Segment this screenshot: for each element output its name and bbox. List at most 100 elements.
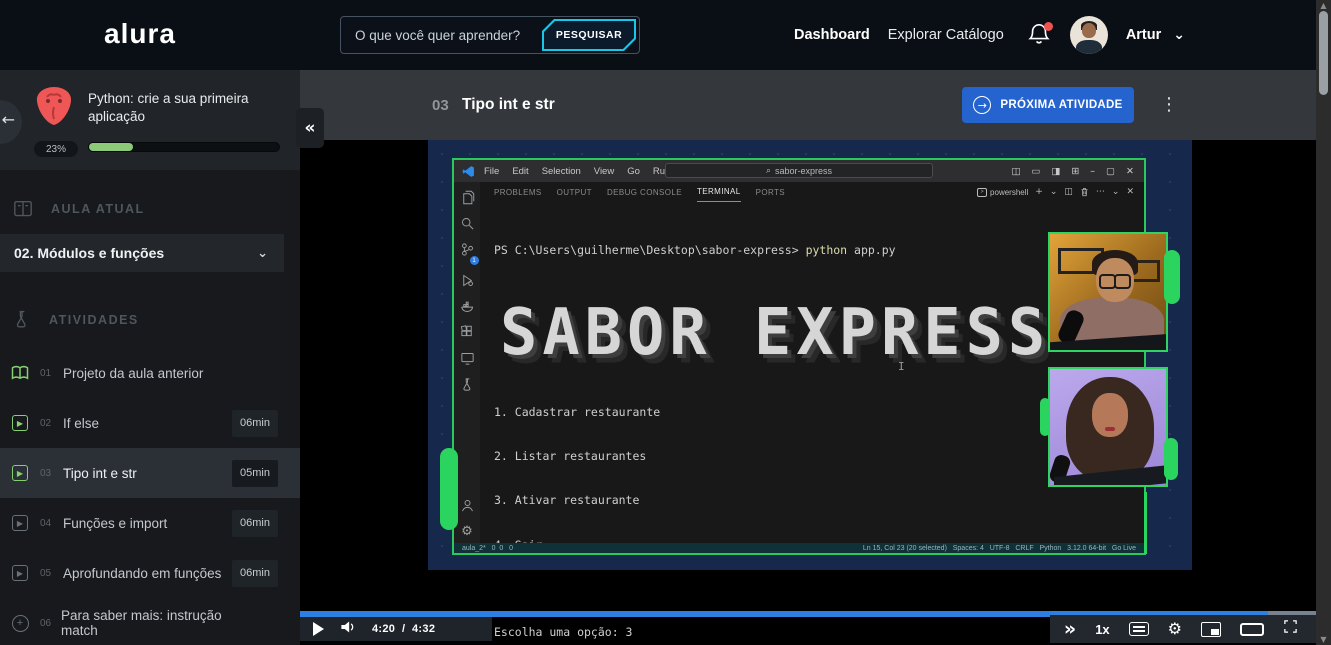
menu-view: View	[593, 165, 615, 177]
vscode-status-bar: aula_2* 0 0 0 Ln 15, Col 23 (20 selected…	[454, 543, 1144, 553]
picture-in-picture-button[interactable]	[1201, 621, 1221, 637]
search-bar: PESQUISAR	[340, 16, 640, 54]
video-play-icon: ▶	[11, 414, 29, 432]
volume-button[interactable]	[340, 620, 356, 639]
settings-gear-icon: ⚙	[461, 524, 473, 539]
scroll-down-arrow[interactable]: ▼	[1316, 635, 1331, 644]
lesson-options-kebab-menu[interactable]: ⋮	[1160, 92, 1178, 117]
avatar-shirt	[1075, 40, 1102, 54]
module-selector[interactable]: 02. Módulos e funções ⌄	[0, 234, 284, 272]
activity-item-04[interactable]: ▶ 04 Funções e import 06min	[0, 498, 300, 548]
activity-item-05[interactable]: ▶ 05 Aprofundando em funções 06min	[0, 548, 300, 598]
powershell-icon: >	[977, 187, 988, 197]
theater-mode-button[interactable]	[1240, 622, 1264, 636]
activity-item-06[interactable]: + 06 Para saber mais: instrução match	[0, 598, 300, 645]
panel-tabs: PROBLEMS OUTPUT DEBUG CONSOLE TERMINAL P…	[480, 182, 1144, 202]
tab-terminal: TERMINAL	[696, 182, 741, 202]
split-terminal-icon: ◫	[1064, 187, 1073, 197]
new-terminal-icon: +	[1035, 187, 1043, 197]
nav-explorar-catalogo[interactable]: Explorar Catálogo	[888, 27, 1004, 43]
menu-option-2: 2. Listar restaurantes	[494, 449, 647, 464]
vscode-logo-icon	[462, 165, 474, 177]
capture-border-tab	[1164, 438, 1178, 480]
terminal-command-line: PS C:\Users\guilherme\Desktop\sabor-expr…	[494, 243, 896, 258]
search-glass-icon: ⌕	[765, 165, 771, 175]
video-play-icon: ▶	[11, 464, 29, 482]
search-button[interactable]: PESQUISAR	[542, 19, 636, 51]
menu-file: File	[484, 165, 500, 177]
docker-icon	[460, 301, 473, 312]
webcam-instructor-2	[1048, 367, 1168, 487]
tab-output: OUTPUT	[556, 187, 592, 197]
open-book-icon	[11, 364, 29, 382]
user-chevron-down-icon[interactable]: ⌄	[1173, 27, 1185, 43]
capture-border-tab	[1040, 398, 1050, 436]
module-label: 02. Módulos e funções	[14, 245, 165, 261]
avatar[interactable]	[1069, 16, 1108, 54]
page-scrollbar[interactable]: ▲ ▼	[1316, 0, 1331, 645]
vscode-search-box: ⌕ sabor-express	[665, 163, 933, 178]
course-sidebar: ← Python: crie a sua primeira aplicação …	[0, 70, 324, 645]
video-player: File Edit Selection View Go Run ⋯ ⌕ sabo…	[300, 140, 1316, 645]
duration-badge: 06min	[232, 509, 278, 537]
status-filename: aula_2*	[462, 544, 486, 552]
skip-forward-button[interactable]: »	[1064, 619, 1076, 639]
close-icon: ✕	[1126, 165, 1134, 177]
next-activity-button[interactable]: → PRÓXIMA ATIVIDADE	[962, 87, 1134, 123]
back-button[interactable]: ←	[0, 100, 22, 144]
progress-percent-badge: 23%	[34, 141, 78, 157]
activities-header: ATIVIDADES	[0, 310, 300, 329]
python-course-icon	[34, 85, 74, 127]
run-debug-icon	[462, 274, 473, 287]
terminal-more-icon: ⋯	[1095, 187, 1105, 197]
menu-option-3: 3. Ativar restaurante	[494, 493, 640, 508]
scm-badge: 1	[469, 256, 479, 265]
instructor1-glasses	[1098, 274, 1132, 289]
notifications-bell-icon[interactable]	[1028, 22, 1053, 48]
capture-border-tab	[440, 448, 458, 530]
username[interactable]: Artur	[1126, 27, 1161, 43]
activity-item-02[interactable]: ▶ 02 If else 06min	[0, 398, 300, 448]
layout-secondary-icon: ◨	[1051, 165, 1061, 177]
duration-badge: 05min	[232, 459, 278, 487]
course-progress-fill	[89, 143, 133, 151]
scroll-up-arrow[interactable]: ▲	[1316, 1, 1331, 10]
terminal-toolbar: > powershell + ⌄ ◫ ⋯ ⌄ ✕	[977, 187, 1144, 197]
video-surface[interactable]: File Edit Selection View Go Run ⋯ ⌕ sabo…	[428, 140, 1192, 639]
instructor2-lips	[1105, 427, 1115, 431]
main-content: 03 Tipo int e str → PRÓXIMA ATIVIDADE ⋮ …	[300, 70, 1316, 645]
play-button[interactable]	[313, 622, 324, 636]
testing-flask-icon	[462, 378, 470, 391]
vscode-window: File Edit Selection View Go Run ⋯ ⌕ sabo…	[452, 158, 1146, 639]
search-icon	[461, 218, 473, 230]
playback-speed-button[interactable]: 1x	[1095, 622, 1109, 637]
alura-logo[interactable]: alura	[104, 18, 176, 50]
top-navbar: alura PESQUISAR Dashboard Explorar Catál…	[0, 0, 1331, 70]
webcam-instructor-1	[1048, 232, 1168, 352]
search-input[interactable]	[341, 17, 542, 53]
kill-terminal-trash-icon	[1081, 188, 1088, 197]
text-cursor-ibeam: I	[898, 360, 905, 373]
navbar-right: Dashboard Explorar Catálogo Artur ⌄	[794, 0, 1185, 70]
account-icon	[461, 500, 473, 512]
status-problem-counts: 0 0 0	[491, 544, 513, 552]
activity-item-03-active[interactable]: ▶ 03 Tipo int e str 05min	[0, 448, 300, 498]
capture-border-line	[1144, 492, 1147, 554]
remote-explorer-icon	[460, 353, 474, 365]
vscode-window-controls: ◫ ▭ ◨ ⊞ – ▢ ✕	[1011, 166, 1144, 177]
current-lesson-header: AULA ATUAL	[0, 200, 300, 218]
course-progress-bar	[88, 142, 280, 152]
shell-chevron-icon: ⌄	[1049, 187, 1058, 197]
restore-icon: ▢	[1106, 165, 1116, 177]
lesson-header: 03 Tipo int e str → PRÓXIMA ATIVIDADE ⋮	[300, 70, 1316, 140]
player-settings-gear-icon[interactable]: ⚙	[1168, 621, 1182, 637]
collapse-sidebar-button[interactable]: «	[296, 108, 324, 148]
player-controls-right: » 1x ⚙	[1050, 615, 1316, 643]
activity-item-01[interactable]: 01 Projeto da aula anterior	[0, 348, 300, 398]
fullscreen-button[interactable]	[1283, 619, 1298, 639]
menu-go: Go	[627, 165, 640, 177]
scrollbar-thumb[interactable]	[1319, 11, 1328, 95]
terminal-choice-line: Escolha uma opção: 3	[494, 625, 633, 640]
captions-button[interactable]	[1128, 622, 1149, 636]
nav-dashboard[interactable]: Dashboard	[794, 27, 870, 43]
